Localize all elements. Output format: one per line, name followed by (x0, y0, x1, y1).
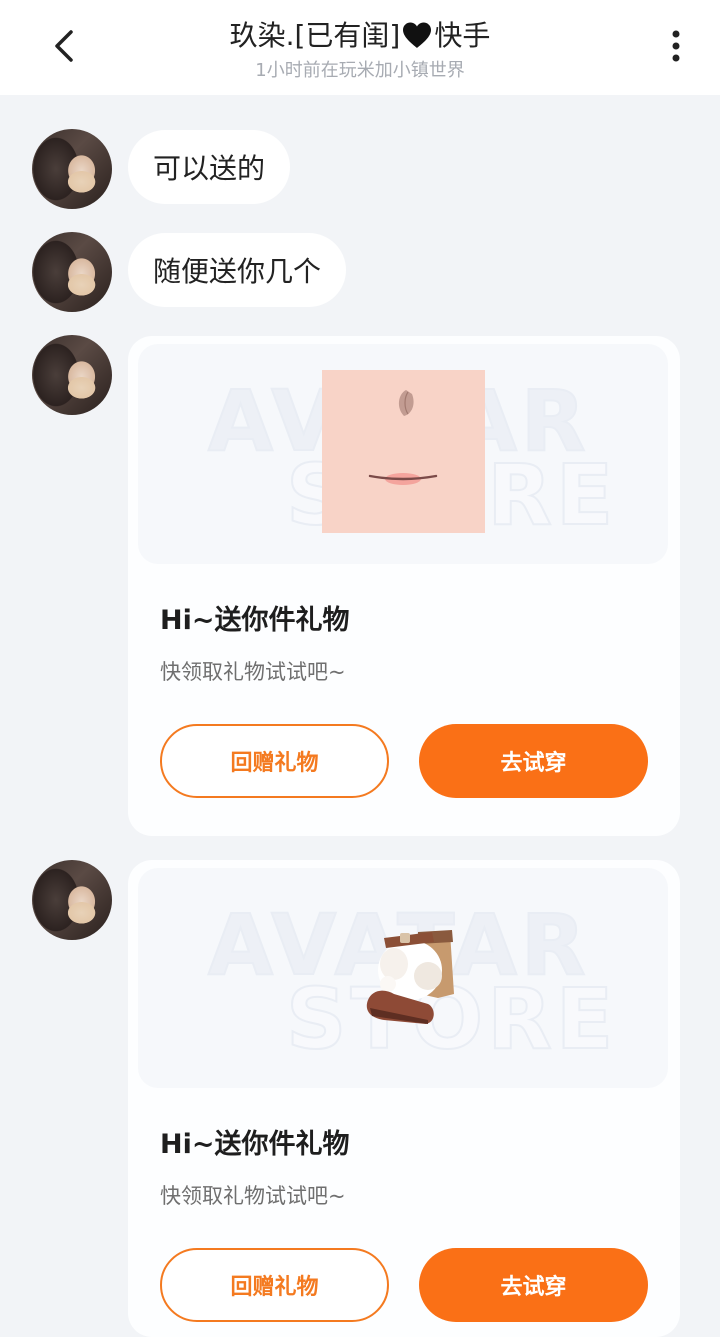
message-bubble[interactable]: 可以送的 (128, 130, 291, 204)
message-text: 随便送你几个 (153, 255, 322, 288)
gift-card[interactable]: AVATAR STORE Hi~送你件礼物 快领取礼物试试吧~ 回赠礼物 (128, 860, 680, 1337)
try-on-button[interactable]: 去试穿 (419, 724, 648, 798)
avatar[interactable] (32, 129, 112, 209)
gift-preview: AVATAR STORE (138, 344, 668, 564)
more-vertical-icon (672, 30, 680, 62)
return-gift-button[interactable]: 回赠礼物 (160, 724, 389, 798)
chat-title-suffix: 快手 (434, 19, 491, 52)
gift-description: 快领取礼物试试吧~ (160, 660, 346, 684)
face-makeup-icon (322, 370, 485, 533)
message-bubble[interactable]: 随便送你几个 (128, 233, 347, 307)
chat-header: 玖染.[已有闺] 快手 1小时前在玩米加小镇世界 (0, 0, 720, 95)
black-heart-icon (401, 21, 433, 56)
message-text: 可以送的 (153, 152, 266, 185)
avatar[interactable] (32, 232, 112, 312)
chat-title: 玖染.[已有闺] 快手 (140, 14, 580, 56)
chevron-left-icon (55, 30, 73, 62)
chat-title-name: 玖染.[已有闺] (229, 19, 401, 52)
gift-card[interactable]: AVATAR STORE Hi~送你件礼物 快领取礼物试试吧~ 回赠礼物 去试穿 (128, 336, 680, 836)
fur-boots-icon (358, 924, 458, 1034)
try-on-button[interactable]: 去试穿 (419, 1248, 648, 1322)
back-button[interactable] (42, 24, 86, 68)
gift-title: Hi~送你件礼物 (160, 605, 350, 636)
avatar[interactable] (32, 860, 112, 940)
return-gift-button[interactable]: 回赠礼物 (160, 1248, 389, 1322)
avatar[interactable] (32, 335, 112, 415)
gift-description: 快领取礼物试试吧~ (160, 1184, 346, 1208)
gift-title: Hi~送你件礼物 (160, 1129, 350, 1160)
more-options-button[interactable] (654, 24, 698, 68)
chat-status: 1小时前在玩米加小镇世界 (255, 60, 465, 81)
gift-preview: AVATAR STORE (138, 868, 668, 1088)
